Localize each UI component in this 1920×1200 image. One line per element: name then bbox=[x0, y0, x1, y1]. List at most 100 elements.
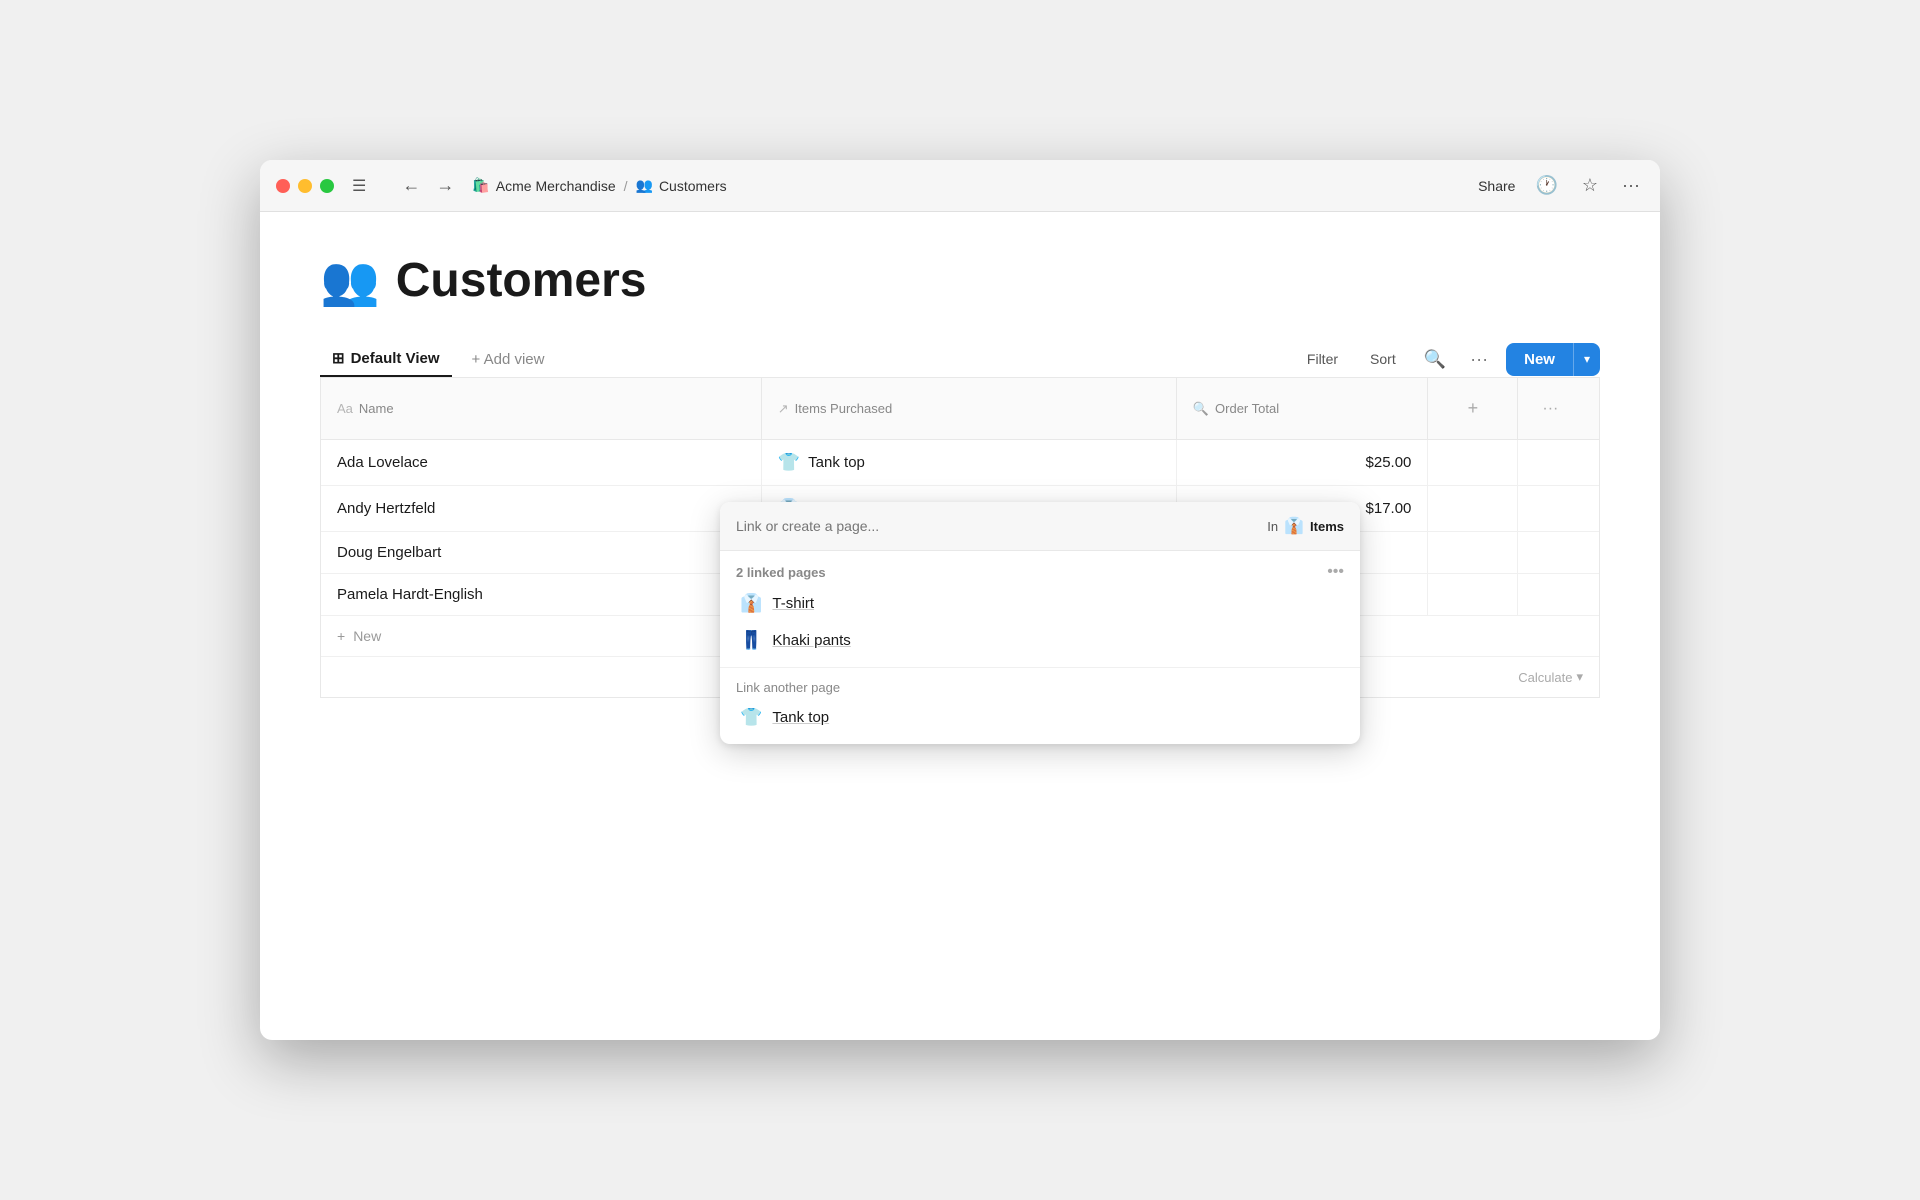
row-total-cell: $25.00 bbox=[1176, 440, 1428, 486]
link-another-label: Link another page bbox=[736, 680, 1344, 695]
more-fields-button[interactable]: ··· bbox=[1534, 390, 1566, 428]
total-col-label: Order Total bbox=[1215, 401, 1279, 416]
linked-pages-section: 2 linked pages ••• 👔 T-shirt 👖 Khaki pan… bbox=[720, 551, 1360, 663]
toolbar-right: Filter Sort 🔍 ··· New ▾ bbox=[1297, 343, 1600, 376]
view-tab-icon: ⊞ bbox=[332, 349, 345, 367]
breadcrumb: 🛍️ Acme Merchandise / 👥 Customers bbox=[472, 177, 726, 194]
row-more-cell bbox=[1518, 532, 1599, 574]
close-button[interactable] bbox=[276, 179, 290, 193]
new-button-group: New ▾ bbox=[1506, 343, 1600, 376]
name-col-icon: Aa bbox=[337, 401, 353, 416]
forward-button[interactable]: → bbox=[430, 171, 460, 200]
sort-button[interactable]: Sort bbox=[1360, 345, 1406, 373]
page-name: Customers bbox=[659, 178, 727, 194]
item-icon: 👕 bbox=[778, 452, 800, 473]
popup-search-context: In 👔 Items bbox=[1267, 516, 1344, 536]
items-col-icon: ↗ bbox=[778, 401, 789, 417]
row-add-cell bbox=[1428, 532, 1518, 574]
column-items-purchased[interactable]: ↗ Items Purchased bbox=[761, 378, 1176, 440]
calculate-label: Calculate bbox=[1518, 670, 1572, 685]
table-header-row: Aa Name ↗ Items Purchased bbox=[321, 378, 1599, 440]
row-more-cell bbox=[1518, 486, 1599, 532]
default-view-tab[interactable]: ⊞ Default View bbox=[320, 341, 452, 377]
linked-item-tshirt[interactable]: 👔 T-shirt bbox=[736, 585, 1344, 622]
add-field-header[interactable]: + bbox=[1428, 378, 1518, 440]
search-button[interactable]: 🔍 bbox=[1418, 343, 1452, 376]
in-label: In bbox=[1267, 519, 1278, 534]
add-view-button[interactable]: + Add view bbox=[460, 343, 557, 376]
favorite-button[interactable]: ☆ bbox=[1578, 171, 1602, 200]
item-label: Khaki pants bbox=[772, 632, 850, 649]
app-icon: 🛍️ bbox=[472, 177, 489, 194]
row-name-cell: Andy Hertzfeld bbox=[321, 486, 761, 532]
breadcrumb-page[interactable]: 👥 Customers bbox=[636, 177, 727, 194]
suggestion-item-tanktop[interactable]: 👕 Tank top bbox=[736, 699, 1344, 736]
link-popup: In 👔 Items 2 linked pages ••• 👔 T-shirt bbox=[720, 502, 1360, 744]
row-more-cell bbox=[1518, 574, 1599, 616]
more-options-button[interactable]: ··· bbox=[1618, 171, 1644, 200]
popup-search-bar: In 👔 Items bbox=[720, 502, 1360, 551]
linked-section-title: 2 linked pages bbox=[736, 565, 826, 580]
item-icon: 👔 bbox=[740, 593, 762, 614]
more-fields-header: ··· bbox=[1518, 378, 1599, 440]
item-label: Tank top bbox=[772, 709, 829, 726]
page-header: 👥 Customers bbox=[320, 252, 1600, 309]
item-icon: 👖 bbox=[740, 630, 762, 651]
row-items-cell[interactable]: 👕 Tank top bbox=[761, 440, 1176, 486]
plus-icon: + bbox=[337, 628, 345, 644]
item-icon: 👕 bbox=[740, 707, 762, 728]
nav-buttons: ← → bbox=[396, 171, 460, 200]
popup-container: In 👔 Items 2 linked pages ••• 👔 T-shirt bbox=[720, 502, 1360, 744]
popup-search-input[interactable] bbox=[736, 518, 1255, 534]
view-tab-label: Default View bbox=[351, 350, 440, 367]
page-icon: 👥 bbox=[636, 177, 653, 194]
popup-divider bbox=[720, 667, 1360, 668]
app-window: ☰ ← → 🛍️ Acme Merchandise / 👥 Customers … bbox=[260, 160, 1660, 1040]
row-name-cell: Doug Engelbart bbox=[321, 532, 761, 574]
row-name-cell: Ada Lovelace bbox=[321, 440, 761, 486]
more-table-options-button[interactable]: ··· bbox=[1464, 343, 1494, 376]
app-name: Acme Merchandise bbox=[496, 178, 616, 194]
items-col-label: Items Purchased bbox=[795, 401, 893, 416]
add-field-button[interactable]: + bbox=[1454, 388, 1493, 429]
linked-item-khaki[interactable]: 👖 Khaki pants bbox=[736, 622, 1344, 659]
breadcrumb-app[interactable]: 🛍️ Acme Merchandise bbox=[472, 177, 615, 194]
page-title-icon: 👥 bbox=[320, 252, 380, 309]
page-title: Customers bbox=[396, 253, 647, 308]
view-toolbar: ⊞ Default View + Add view Filter Sort 🔍 … bbox=[320, 341, 1600, 377]
maximize-button[interactable] bbox=[320, 179, 334, 193]
table-row[interactable]: Ada Lovelace 👕 Tank top $25.00 bbox=[321, 440, 1599, 486]
row-name-cell: Pamela Hardt-English bbox=[321, 574, 761, 616]
link-another-section: Link another page 👕 Tank top bbox=[720, 672, 1360, 744]
row-add-cell bbox=[1428, 574, 1518, 616]
sidebar-toggle-button[interactable]: ☰ bbox=[346, 172, 372, 200]
in-text: Items bbox=[1310, 519, 1344, 534]
new-record-chevron[interactable]: ▾ bbox=[1573, 343, 1600, 376]
minimize-button[interactable] bbox=[298, 179, 312, 193]
new-row-label: New bbox=[353, 628, 381, 644]
traffic-lights bbox=[276, 179, 334, 193]
breadcrumb-separator: / bbox=[624, 178, 628, 194]
column-name[interactable]: Aa Name bbox=[321, 378, 761, 440]
filter-button[interactable]: Filter bbox=[1297, 345, 1348, 373]
add-view-label: + Add view bbox=[472, 351, 545, 368]
in-icon: 👔 bbox=[1284, 516, 1304, 536]
item-label: Tank top bbox=[808, 454, 865, 471]
name-col-label: Name bbox=[359, 401, 394, 416]
main-content: 👥 Customers ⊞ Default View + Add view Fi… bbox=[260, 212, 1660, 1040]
item-label: T-shirt bbox=[772, 595, 814, 612]
row-more-cell bbox=[1518, 440, 1599, 486]
row-add-cell bbox=[1428, 486, 1518, 532]
back-button[interactable]: ← bbox=[396, 171, 426, 200]
column-order-total[interactable]: 🔍 Order Total bbox=[1176, 378, 1428, 440]
titlebar: ☰ ← → 🛍️ Acme Merchandise / 👥 Customers … bbox=[260, 160, 1660, 212]
new-record-button[interactable]: New bbox=[1506, 343, 1573, 376]
total-col-icon: 🔍 bbox=[1193, 401, 1209, 417]
calculate-chevron-icon: ▾ bbox=[1576, 669, 1583, 685]
linked-section-more-button[interactable]: ••• bbox=[1327, 563, 1344, 581]
row-add-cell bbox=[1428, 440, 1518, 486]
titlebar-right: Share 🕐 ☆ ··· bbox=[1478, 171, 1644, 200]
history-button[interactable]: 🕐 bbox=[1531, 171, 1561, 200]
linked-section-header: 2 linked pages ••• bbox=[736, 563, 1344, 581]
share-button[interactable]: Share bbox=[1478, 178, 1515, 194]
